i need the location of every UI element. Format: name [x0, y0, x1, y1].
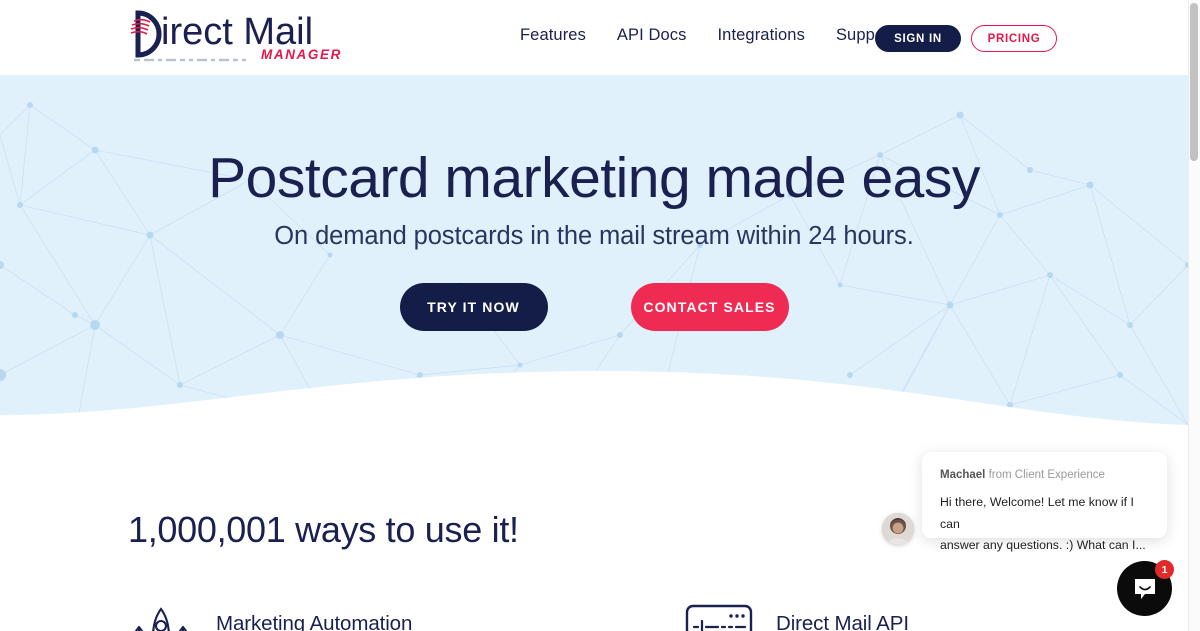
feature-label: Marketing Automation [216, 612, 413, 631]
sign-in-button[interactable]: SIGN IN [875, 25, 961, 52]
avatar-photo-icon [882, 513, 914, 545]
hero-subtitle: On demand postcards in the mail stream w… [274, 221, 914, 250]
hero-cta-group: TRY IT NOW CONTACT SALES [0, 282, 1188, 331]
svg-text:MANAGER: MANAGER [261, 47, 342, 62]
chat-bubble-icon [1134, 578, 1155, 599]
chat-agent-role: from Client Experience [988, 469, 1105, 481]
chat-message-line-1: Hi there, Welcome! Let me know if I can [940, 495, 1134, 531]
hero-content: Postcard marketing made easy On demand p… [0, 75, 1188, 331]
chat-unread-badge: 1 [1155, 560, 1174, 579]
chat-message-panel[interactable]: Machael from Client Experience Hi there,… [922, 452, 1167, 552]
chat-message-line-2: answer any questions. :) What can I... [940, 538, 1146, 553]
nav-link-integrations[interactable]: Integrations [718, 26, 805, 45]
chat-agent-name: Machael [940, 469, 986, 481]
wave-divider [0, 371, 1188, 453]
site-header: irect Mail MANAGER Features API Docs Int… [0, 0, 1188, 75]
hero-section: Postcard marketing made easy On demand p… [0, 75, 1188, 453]
brand-logo[interactable]: irect Mail MANAGER [128, 7, 343, 65]
feature-marketing-automation[interactable]: Marketing Automation [128, 601, 412, 631]
feature-direct-mail-api[interactable]: Direct Mail API [684, 601, 909, 631]
main-navigation: Features API Docs Integrations Support [520, 26, 894, 45]
section-title: 1,000,001 ways to use it! [128, 509, 519, 550]
hero-title: Postcard marketing made easy [208, 146, 980, 210]
chat-message-body: Hi there, Welcome! Let me know if I can … [940, 492, 1152, 557]
nav-link-features[interactable]: Features [520, 26, 586, 45]
nav-link-api-docs[interactable]: API Docs [617, 26, 687, 45]
page-scrollbar-thumb[interactable] [1190, 3, 1198, 161]
chat-agent-meta: Machael from Client Experience [940, 469, 1105, 481]
contact-sales-button[interactable]: CONTACT SALES [630, 282, 789, 331]
chat-agent-avatar [882, 513, 914, 545]
code-window-icon [685, 604, 753, 631]
rocket-icon [134, 607, 188, 631]
pricing-button[interactable]: PRICING [971, 25, 1057, 52]
try-it-now-button[interactable]: TRY IT NOW [399, 282, 548, 331]
feature-label: Direct Mail API [776, 612, 909, 631]
direct-mail-manager-logo-icon: irect Mail MANAGER [130, 10, 342, 62]
